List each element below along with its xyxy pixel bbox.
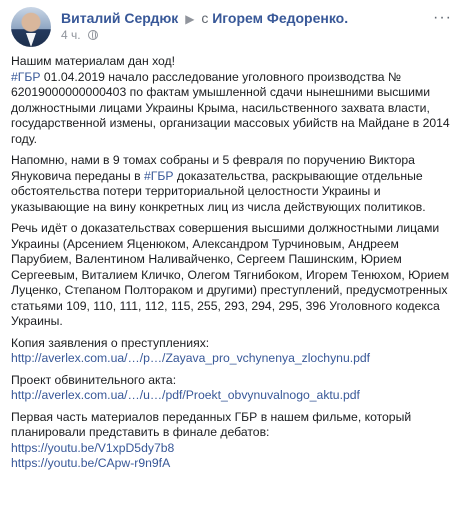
author-name-link[interactable]: Виталий Сердюк — [61, 10, 178, 26]
facebook-post: Виталий Сердюк ▶ с Игорем Федоренко. 4 ч… — [0, 0, 462, 505]
film-description: Первая часть материалов переданных ГБР в… — [11, 409, 412, 440]
indictment-pdf-link[interactable]: http://averlex.com.ua/…/u…/pdf/Proekt_ob… — [11, 388, 360, 402]
post-timestamp[interactable]: 4 ч. — [61, 28, 81, 42]
post-header: Виталий Сердюк ▶ с Игорем Федоренко. 4 ч… — [11, 7, 452, 47]
paragraph-5: Проект обвинительного акта: http://averl… — [11, 373, 451, 404]
youtube-link-2[interactable]: https://youtu.be/CApw-r9n9fA — [11, 456, 170, 470]
post-body: Нашим материалам дан ход! #ГБР 01.04.201… — [11, 54, 451, 478]
with-arrow-icon: ▶ — [185, 12, 195, 26]
paragraph-1: Нашим материалам дан ход! #ГБР 01.04.201… — [11, 54, 451, 147]
paragraph-3-text: Речь идёт о доказательствах совершения в… — [11, 221, 450, 328]
paragraph-3: Речь идёт о доказательствах совершения в… — [11, 221, 451, 330]
paragraph-1-text: 01.04.2019 начало расследование уголовно… — [11, 69, 450, 146]
hashtag-gbr-link[interactable]: #ГБР — [144, 169, 174, 183]
author-avatar[interactable] — [11, 7, 51, 47]
avatar-shirt — [26, 33, 36, 47]
post-options-icon[interactable]: ··· — [433, 9, 452, 27]
post-meta: 4 ч. — [61, 27, 98, 43]
statement-pdf-link[interactable]: http://averlex.com.ua/…/p…/Zayava_pro_vc… — [11, 351, 370, 365]
indictment-draft-label: Проект обвинительного акта: — [11, 372, 177, 387]
paragraph-4: Копия заявления о преступлениях: http://… — [11, 336, 451, 367]
globe-icon[interactable] — [87, 30, 98, 40]
paragraph-1-line-1: Нашим материалам дан ход! — [11, 54, 176, 68]
statement-copy-label: Копия заявления о преступлениях: — [11, 335, 210, 350]
paragraph-6: Первая часть материалов переданных ГБР в… — [11, 410, 451, 472]
youtube-link-1[interactable]: https://youtu.be/V1xpD5dy7b8 — [11, 441, 174, 455]
co-author-name-link[interactable]: Игорем Федоренко. — [212, 10, 348, 26]
hashtag-gbr-link[interactable]: #ГБР — [11, 70, 41, 84]
post-authors: Виталий Сердюк ▶ с Игорем Федоренко. — [61, 10, 348, 28]
paragraph-2: Напомню, нами в 9 томах собраны и 5 февр… — [11, 153, 451, 215]
with-label: с — [201, 10, 209, 26]
